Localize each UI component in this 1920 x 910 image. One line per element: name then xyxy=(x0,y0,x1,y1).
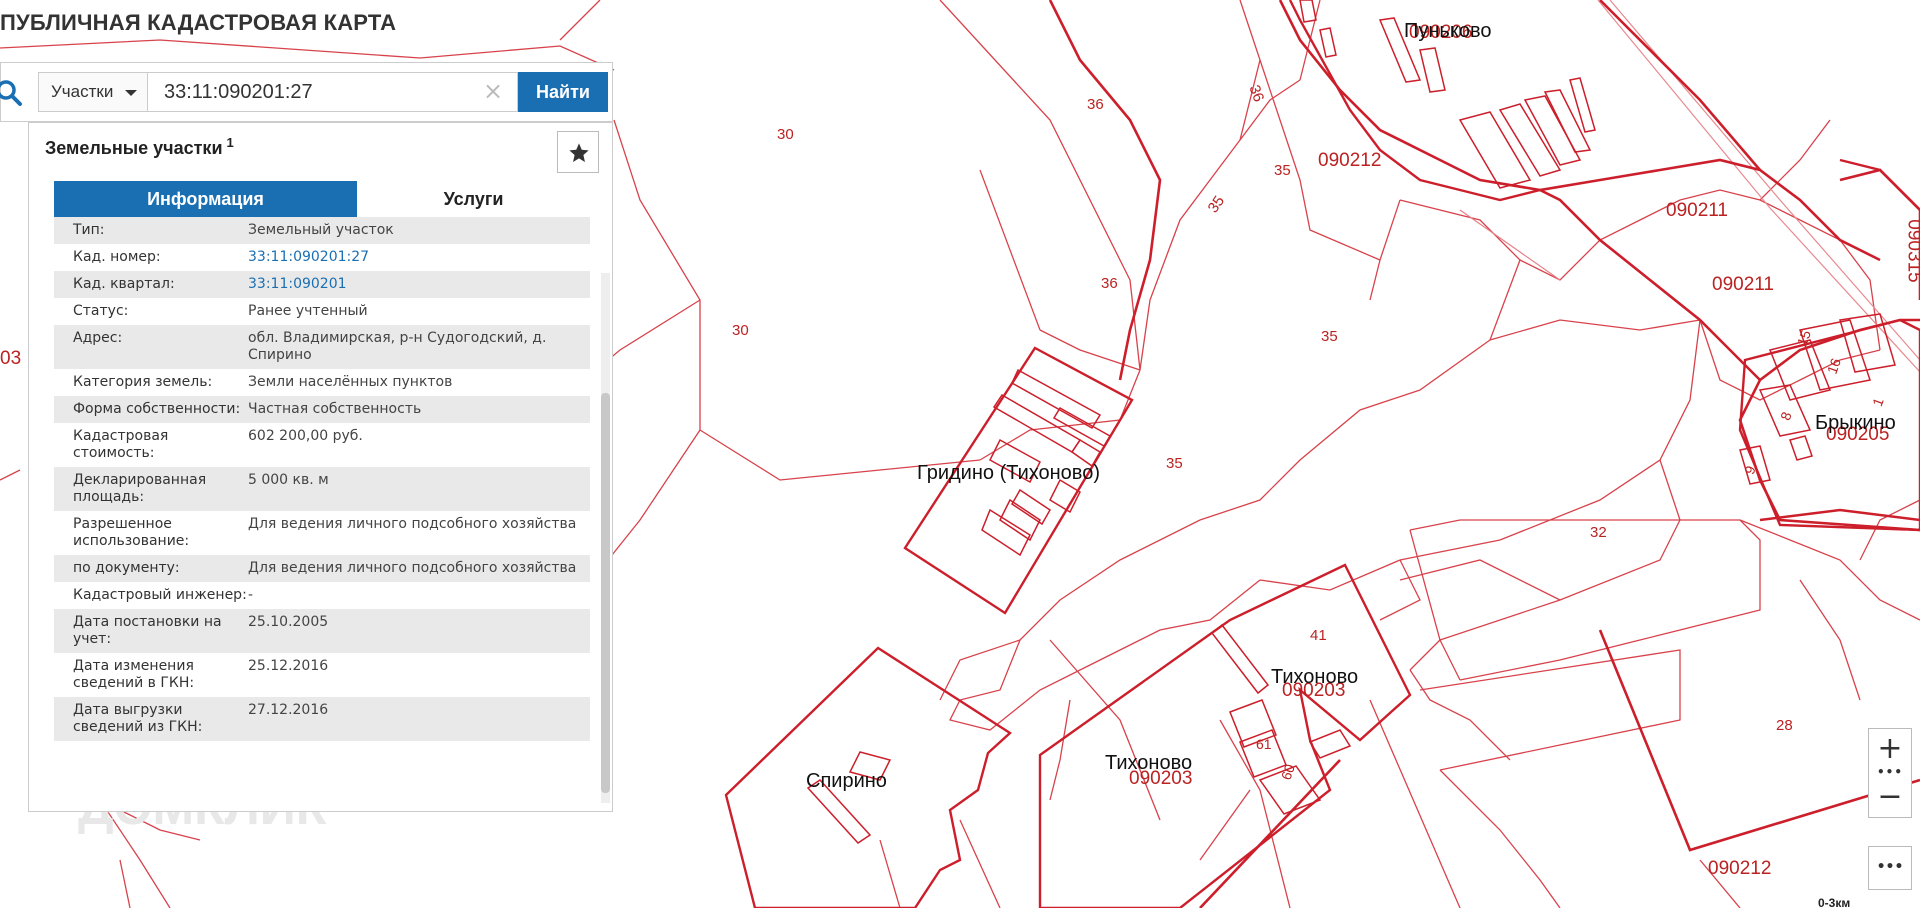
search-input[interactable] xyxy=(148,72,518,112)
row-key: Разрешенное использование: xyxy=(73,516,190,549)
quarter-label: 090211 xyxy=(1712,274,1774,295)
quarter-label: 090212 xyxy=(1708,858,1772,879)
row-key: Тип: xyxy=(73,222,105,238)
row-key: Кад. номер: xyxy=(73,249,161,265)
quarter-label: 090315 xyxy=(1903,219,1920,283)
search-icon[interactable] xyxy=(0,79,23,107)
table-row: Кад. квартал: 33:11:090201 xyxy=(54,271,590,298)
find-button[interactable]: Найти xyxy=(518,72,608,112)
parcel-label: 36 xyxy=(1101,275,1118,292)
row-value: 602 200,00 руб. xyxy=(248,428,363,444)
row-key: Дата постановки на учет: xyxy=(73,614,222,647)
parcel-label: 35 xyxy=(1166,455,1183,472)
favorite-button[interactable] xyxy=(557,131,599,173)
panel-title-text: Земельные участки xyxy=(45,138,223,158)
info-table: Тип: Земельный участок Кад. номер: 33:11:0… xyxy=(54,217,590,741)
parcel-label: 28 xyxy=(1776,717,1793,734)
table-row: Кад. номер: 33:11:090201:27 xyxy=(54,244,590,271)
star-icon xyxy=(569,143,589,162)
row-value: Частная собственность xyxy=(248,401,422,417)
table-row: Кадастровая стоимость: 602 200,00 руб. xyxy=(54,423,590,467)
row-value: 25.12.2016 xyxy=(248,658,329,674)
table-row: Статус: Ранее учтенный xyxy=(54,298,590,325)
row-key: Кадастровая стоимость: xyxy=(73,428,169,461)
app-title: ПУБЛИЧНАЯ КАДАСТРОВАЯ КАРТА xyxy=(0,10,397,35)
table-row: Декларированная площадь: 5 000 кв. м xyxy=(54,467,590,511)
quarter-label: 090212 xyxy=(1318,150,1382,171)
chevron-down-icon xyxy=(125,90,137,96)
row-value: 5 000 кв. м xyxy=(248,472,329,488)
parcel-label: 30 xyxy=(777,126,794,143)
row-key: по документу: xyxy=(73,560,180,576)
parcel-label: 35 xyxy=(1321,328,1338,345)
search-bar: Участки × Найти xyxy=(0,62,613,122)
parcel-label: 41 xyxy=(1310,627,1327,644)
table-row: Разрешенное использование: Для ведения ли… xyxy=(54,511,590,555)
table-row: по документу: Для ведения личного подсобн… xyxy=(54,555,590,582)
search-type-label: Участки xyxy=(51,82,114,101)
row-value: обл. Владимирская, р-н Судогодский, д. С… xyxy=(248,330,547,363)
row-value: Ранее учтенный xyxy=(248,303,368,319)
parcel-label: 36 xyxy=(1087,96,1104,113)
row-value: Земельный участок xyxy=(248,222,394,238)
table-row: Дата изменения сведений в ГКН: 25.12.2016 xyxy=(54,653,590,697)
row-key: Статус: xyxy=(73,303,129,319)
scrollbar-thumb[interactable] xyxy=(601,393,610,793)
settlement-label: Гридино (Тихоново) xyxy=(917,462,1100,484)
row-key: Категория земель: xyxy=(73,374,213,390)
cadastral-quarter-link[interactable]: 33:11:090201 xyxy=(248,276,578,293)
parcel-label: 32 xyxy=(1590,524,1607,541)
table-row: Кадастровый инженер: - xyxy=(54,582,590,609)
table-row: Тип: Земельный участок xyxy=(54,217,590,244)
panel-title: Земельные участки 1 xyxy=(45,135,234,159)
row-value: 25.10.2005 xyxy=(248,614,329,630)
settlement-label: Тихоново xyxy=(1271,666,1359,688)
boundaries-rail xyxy=(1597,0,1920,373)
cadastral-number-link[interactable]: 33:11:090201:27 xyxy=(248,249,578,266)
row-value: 27.12.2016 xyxy=(248,702,329,718)
tab-services[interactable]: Услуги xyxy=(357,181,590,217)
zoom-control: + ••• − xyxy=(1868,728,1912,818)
row-key: Кадастровый инженер: xyxy=(73,587,247,603)
info-panel: Земельные участки 1 Информация Услуги Тип… xyxy=(28,122,613,812)
panel-tabs: Информация Услуги xyxy=(54,181,590,217)
table-row: Категория земель: Земли населённых пункто… xyxy=(54,369,590,396)
settlement-label: Тихоново xyxy=(1105,752,1193,774)
row-value: - xyxy=(248,587,254,603)
rail-line xyxy=(1459,209,1561,281)
parcel-label: 61 xyxy=(1256,736,1272,752)
parcel-label: 30 xyxy=(732,322,749,339)
table-row: Адрес: обл. Владимирская, р-н Судогодский… xyxy=(54,325,590,369)
row-key: Кад. квартал: xyxy=(73,276,175,292)
row-value: Земли населённых пунктов xyxy=(248,374,453,390)
tab-info[interactable]: Информация xyxy=(54,181,357,217)
panel-scrollbar[interactable] xyxy=(601,273,610,803)
row-key: Декларированная площадь: xyxy=(73,472,207,505)
row-key: Дата выгрузки сведений из ГКН: xyxy=(73,702,203,735)
row-key: Дата изменения сведений в ГКН: xyxy=(73,658,195,691)
row-value: Для ведения личного подсобного хозяйства xyxy=(248,560,577,576)
result-count: 1 xyxy=(226,135,234,150)
settlement-label: Пуньково xyxy=(1404,20,1492,42)
parcel-label: 35 xyxy=(1274,162,1291,179)
settlement-label: Спирино xyxy=(806,770,887,792)
more-tools-button[interactable]: ••• xyxy=(1868,846,1912,890)
settlement-label: Брыкино xyxy=(1815,412,1896,434)
table-row: Дата выгрузки сведений из ГКН: 27.12.2016 xyxy=(54,697,590,741)
quarter-label: 090211 xyxy=(1666,200,1728,221)
row-key: Адрес: xyxy=(73,330,123,346)
close-icon[interactable]: × xyxy=(483,79,503,103)
zoom-in-button[interactable]: + xyxy=(1869,729,1911,769)
table-row: Форма собственности: Частная собственност… xyxy=(54,396,590,423)
table-row: Дата постановки на учет: 25.10.2005 xyxy=(54,609,590,653)
zoom-out-button[interactable]: − xyxy=(1869,777,1911,817)
search-type-dropdown[interactable]: Участки xyxy=(38,72,148,112)
buildings xyxy=(806,0,1896,844)
row-key: Форма собственности: xyxy=(73,401,241,417)
quarter-label: 03 xyxy=(0,348,22,369)
row-value: Для ведения личного подсобного хозяйства xyxy=(248,516,577,532)
